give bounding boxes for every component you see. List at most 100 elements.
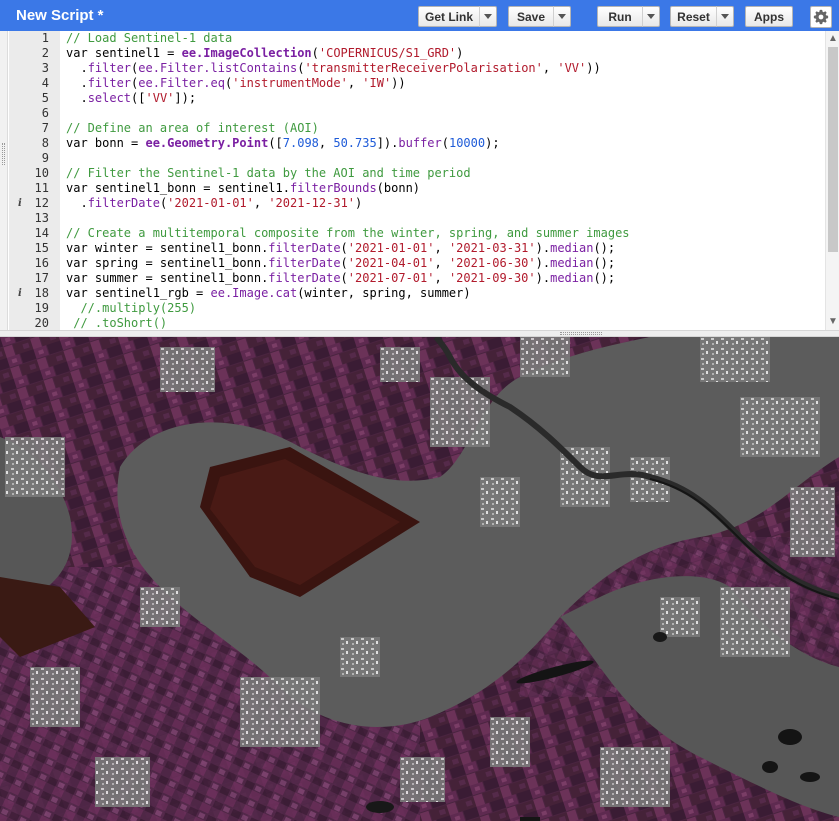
code-token: filter: [87, 76, 132, 90]
code-token: var sentinel1_rgb =: [66, 286, 211, 300]
code-text[interactable]: .filterDate('2021-01-01', '2021-12-31'): [66, 196, 362, 211]
code-comment: // Define an area of interest (AOI): [66, 121, 319, 135]
code-number: 7.098: [282, 136, 319, 150]
code-token: ,: [542, 61, 558, 75]
code-token: ([: [268, 136, 283, 150]
code-token: ();: [593, 256, 616, 270]
left-panel-resize-handle[interactable]: [0, 31, 8, 330]
reset-dropdown[interactable]: [716, 6, 734, 27]
code-lines[interactable]: 1 // Load Sentinel-1 data 2 var sentinel…: [9, 31, 825, 330]
code-text[interactable]: var sentinel1_bonn = sentinel1.filterBou…: [66, 181, 420, 196]
code-token: );: [485, 136, 500, 150]
code-token: ]).: [376, 136, 399, 150]
code-token: select: [87, 91, 132, 105]
code-token: )): [586, 61, 601, 75]
code-token: ,: [318, 136, 334, 150]
code-string: '2021-06-30': [448, 256, 536, 270]
code-line[interactable]: 4 .filter(ee.Filter.eq('instrumentMode',…: [9, 76, 825, 91]
code-token: filterDate: [268, 256, 341, 270]
scroll-up-icon[interactable]: ▲: [828, 33, 838, 45]
code-editor[interactable]: 1 // Load Sentinel-1 data 2 var sentinel…: [0, 31, 839, 330]
code-line[interactable]: 19 //.multiply(255): [9, 301, 825, 316]
code-line[interactable]: 17 var summer = sentinel1_bonn.filterDat…: [9, 271, 825, 286]
get-link-dropdown[interactable]: [479, 6, 497, 27]
code-line[interactable]: 2 var sentinel1 = ee.ImageCollection('CO…: [9, 46, 825, 61]
run-dropdown[interactable]: [642, 6, 660, 27]
code-token: filterBounds: [289, 181, 377, 195]
code-text[interactable]: // .toShort(): [66, 316, 167, 330]
line-number: 1: [41, 31, 49, 45]
code-line[interactable]: 15 var winter = sentinel1_bonn.filterDat…: [9, 241, 825, 256]
code-line[interactable]: 13: [9, 211, 825, 226]
code-token: var bonn =: [66, 136, 146, 150]
save-dropdown[interactable]: [553, 6, 571, 27]
line-number: 4: [41, 76, 49, 90]
code-text[interactable]: .filter(ee.Filter.eq('instrumentMode', '…: [66, 76, 405, 91]
script-title: New Script *: [16, 7, 104, 24]
gear-icon: [813, 9, 829, 25]
code-token: .: [66, 91, 88, 105]
apps-button[interactable]: Apps: [745, 6, 793, 27]
code-text[interactable]: var winter = sentinel1_bonn.filterDate('…: [66, 241, 615, 256]
code-text[interactable]: // Create a multitemporal composite from…: [66, 226, 630, 241]
code-line[interactable]: 11 var sentinel1_bonn = sentinel1.filter…: [9, 181, 825, 196]
code-token: ee.Filter.listContains: [138, 61, 298, 75]
code-line[interactable]: 5 .select(['VV']);: [9, 91, 825, 106]
code-string: '2021-03-31': [448, 241, 536, 255]
run-label: Run: [608, 9, 632, 24]
code-token: ]);: [174, 91, 197, 105]
code-text[interactable]: //.multiply(255): [66, 301, 196, 316]
code-token: buffer: [398, 136, 442, 150]
code-text[interactable]: // Filter the Sentinel-1 data by the AOI…: [66, 166, 471, 181]
code-token: (: [340, 241, 348, 255]
code-token: ): [456, 46, 464, 60]
save-label: Save: [516, 9, 546, 24]
code-text[interactable]: .select(['VV']);: [66, 91, 196, 106]
code-line[interactable]: 7 // Define an area of interest (AOI): [9, 121, 825, 136]
code-text[interactable]: // Load Sentinel-1 data: [66, 31, 232, 46]
scroll-down-icon[interactable]: ▼: [828, 316, 838, 328]
line-number: 12: [34, 196, 49, 210]
code-line[interactable]: 3 .filter(ee.Filter.listContains('transm…: [9, 61, 825, 76]
code-line[interactable]: 1 // Load Sentinel-1 data: [9, 31, 825, 46]
settings-button[interactable]: [810, 6, 832, 28]
splitter-grip[interactable]: [560, 332, 602, 335]
code-line[interactable]: i 18 var sentinel1_rgb = ee.Image.cat(wi…: [9, 286, 825, 301]
code-line[interactable]: 10 // Filter the Sentinel-1 data by the …: [9, 166, 825, 181]
chevron-down-icon: [558, 14, 566, 19]
run-button[interactable]: Run: [597, 6, 643, 27]
code-token: ();: [593, 241, 616, 255]
code-text[interactable]: var sentinel1_rgb = ee.Image.cat(winter,…: [66, 286, 471, 301]
map-view[interactable]: [0, 337, 839, 821]
reset-button[interactable]: Reset: [670, 6, 717, 27]
code-token: ee.Image.cat: [210, 286, 298, 300]
code-line[interactable]: i 12 .filterDate('2021-01-01', '2021-12-…: [9, 196, 825, 211]
code-line[interactable]: 6: [9, 106, 825, 121]
code-token: .: [66, 61, 88, 75]
code-line[interactable]: 20 // .toShort(): [9, 316, 825, 330]
code-token: var sentinel1_bonn = sentinel1.: [66, 181, 290, 195]
scrollbar-thumb[interactable]: [828, 47, 838, 252]
code-string: 'instrumentMode': [232, 76, 348, 90]
code-string: '2021-01-01': [167, 196, 254, 210]
code-text[interactable]: var sentinel1 = ee.ImageCollection('COPE…: [66, 46, 463, 61]
code-text[interactable]: // Define an area of interest (AOI): [66, 121, 319, 136]
code-token: var spring = sentinel1_bonn.: [66, 256, 269, 270]
code-line[interactable]: 14 // Create a multitemporal composite f…: [9, 226, 825, 241]
save-button[interactable]: Save: [508, 6, 554, 27]
line-number: 17: [34, 271, 49, 285]
code-text[interactable]: var spring = sentinel1_bonn.filterDate('…: [66, 256, 615, 271]
code-line[interactable]: 8 var bonn = ee.Geometry.Point([7.098, 5…: [9, 136, 825, 151]
editor-scrollbar[interactable]: ▲ ▼: [825, 31, 839, 330]
code-line[interactable]: 16 var spring = sentinel1_bonn.filterDat…: [9, 256, 825, 271]
get-link-button[interactable]: Get Link: [418, 6, 480, 27]
code-line[interactable]: 9: [9, 151, 825, 166]
code-text[interactable]: var summer = sentinel1_bonn.filterDate('…: [66, 271, 615, 286]
code-text[interactable]: .filter(ee.Filter.listContains('transmit…: [66, 61, 601, 76]
reset-label: Reset: [677, 9, 710, 24]
panel-splitter[interactable]: [0, 330, 839, 337]
line-number: 14: [34, 226, 49, 240]
code-text[interactable]: var bonn = ee.Geometry.Point([7.098, 50.…: [66, 136, 500, 151]
code-comment: //.multiply(255): [66, 301, 197, 315]
chevron-down-icon: [721, 14, 729, 19]
